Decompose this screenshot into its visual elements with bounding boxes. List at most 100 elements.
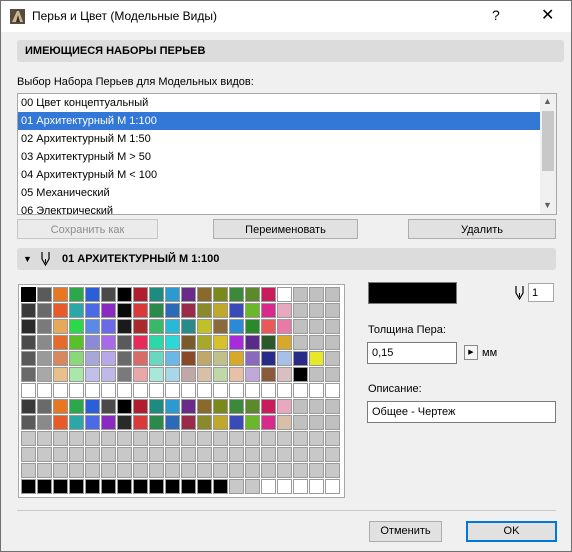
pen-color-cell[interactable] bbox=[149, 367, 164, 382]
pen-color-cell[interactable] bbox=[277, 479, 292, 494]
pen-color-cell[interactable] bbox=[53, 319, 68, 334]
pen-color-cell[interactable] bbox=[85, 415, 100, 430]
pen-color-cell[interactable] bbox=[69, 431, 84, 446]
pen-color-cell[interactable] bbox=[261, 399, 276, 414]
list-item-selected[interactable]: 01 Архитектурный М 1:100 bbox=[18, 112, 556, 130]
pen-color-cell[interactable] bbox=[325, 479, 340, 494]
pen-color-cell[interactable] bbox=[213, 335, 228, 350]
pen-color-cell[interactable] bbox=[181, 303, 196, 318]
pen-color-cell[interactable] bbox=[261, 447, 276, 462]
pen-color-cell[interactable] bbox=[229, 383, 244, 398]
pen-color-cell[interactable] bbox=[69, 479, 84, 494]
thickness-input[interactable]: 0,15 bbox=[367, 342, 457, 364]
pen-color-cell[interactable] bbox=[21, 335, 36, 350]
pen-color-cell[interactable] bbox=[197, 431, 212, 446]
pen-color-cell[interactable] bbox=[245, 431, 260, 446]
description-input[interactable]: Общее - Чертеж bbox=[367, 401, 556, 423]
pen-color-cell[interactable] bbox=[69, 319, 84, 334]
pen-color-cell[interactable] bbox=[213, 351, 228, 366]
pen-color-cell[interactable] bbox=[53, 447, 68, 462]
pen-color-cell[interactable] bbox=[181, 351, 196, 366]
pen-color-cell[interactable] bbox=[277, 431, 292, 446]
pen-color-cell[interactable] bbox=[101, 335, 116, 350]
pen-color-cell[interactable] bbox=[69, 447, 84, 462]
pen-color-cell[interactable] bbox=[117, 447, 132, 462]
pen-color-cell[interactable] bbox=[213, 319, 228, 334]
pen-color-cell[interactable] bbox=[21, 367, 36, 382]
pen-color-cell[interactable] bbox=[37, 399, 52, 414]
pen-color-cell[interactable] bbox=[277, 415, 292, 430]
pen-color-cell[interactable] bbox=[261, 351, 276, 366]
pen-color-cell[interactable] bbox=[325, 431, 340, 446]
pen-color-cell[interactable] bbox=[245, 399, 260, 414]
pen-color-cell[interactable] bbox=[229, 479, 244, 494]
pen-color-cell[interactable] bbox=[149, 287, 164, 302]
pen-color-cell[interactable] bbox=[261, 335, 276, 350]
pen-color-cell[interactable] bbox=[293, 479, 308, 494]
pen-color-cell[interactable] bbox=[117, 335, 132, 350]
pen-color-cell[interactable] bbox=[149, 447, 164, 462]
pen-color-cell[interactable] bbox=[101, 287, 116, 302]
pen-color-cell[interactable] bbox=[293, 383, 308, 398]
pen-color-cell[interactable] bbox=[309, 383, 324, 398]
pen-color-cell[interactable] bbox=[229, 463, 244, 478]
pen-color-cell[interactable] bbox=[197, 463, 212, 478]
pen-color-cell[interactable] bbox=[165, 415, 180, 430]
pen-color-cell[interactable] bbox=[149, 431, 164, 446]
pen-color-cell[interactable] bbox=[133, 383, 148, 398]
pen-color-cell[interactable] bbox=[69, 335, 84, 350]
pen-color-cell[interactable] bbox=[309, 479, 324, 494]
pen-color-cell[interactable] bbox=[229, 351, 244, 366]
pen-color-cell[interactable] bbox=[197, 367, 212, 382]
pen-color-cell[interactable] bbox=[197, 479, 212, 494]
pen-color-cell[interactable] bbox=[229, 367, 244, 382]
pen-color-cell[interactable] bbox=[261, 303, 276, 318]
pen-color-cell[interactable] bbox=[197, 399, 212, 414]
pen-color-cell[interactable] bbox=[69, 415, 84, 430]
pen-color-cell[interactable] bbox=[277, 335, 292, 350]
pen-color-cell[interactable] bbox=[85, 399, 100, 414]
pen-color-cell[interactable] bbox=[165, 463, 180, 478]
pen-color-cell[interactable] bbox=[229, 335, 244, 350]
pen-color-cell[interactable] bbox=[309, 287, 324, 302]
pen-color-cell[interactable] bbox=[133, 287, 148, 302]
pen-color-cell[interactable] bbox=[261, 479, 276, 494]
pen-color-cell[interactable] bbox=[309, 351, 324, 366]
pen-color-cell[interactable] bbox=[181, 479, 196, 494]
pen-color-cell[interactable] bbox=[133, 431, 148, 446]
pen-color-cell[interactable] bbox=[165, 319, 180, 334]
pen-color-cell[interactable] bbox=[133, 367, 148, 382]
pen-color-cell[interactable] bbox=[325, 303, 340, 318]
pen-panel-header[interactable]: ▼ 01 АРХИТЕКТУРНЫЙ М 1:100 bbox=[17, 248, 556, 270]
scroll-up-icon[interactable]: ▲ bbox=[543, 96, 552, 106]
pen-color-cell[interactable] bbox=[197, 447, 212, 462]
pen-color-cell[interactable] bbox=[245, 335, 260, 350]
pen-color-cell[interactable] bbox=[37, 367, 52, 382]
pen-color-cell[interactable] bbox=[197, 335, 212, 350]
pen-color-cell[interactable] bbox=[229, 303, 244, 318]
help-button[interactable]: ? bbox=[492, 7, 500, 23]
pen-color-cell[interactable] bbox=[37, 351, 52, 366]
pen-color-cell[interactable] bbox=[309, 335, 324, 350]
pen-color-cell[interactable] bbox=[293, 431, 308, 446]
pen-color-cell[interactable] bbox=[149, 319, 164, 334]
pen-color-cell[interactable] bbox=[117, 303, 132, 318]
pen-color-cell[interactable] bbox=[21, 303, 36, 318]
pen-color-cell[interactable] bbox=[117, 351, 132, 366]
pen-color-cell[interactable] bbox=[309, 415, 324, 430]
list-item[interactable]: 06 Электрический bbox=[18, 202, 556, 214]
pen-color-cell[interactable] bbox=[149, 335, 164, 350]
pen-set-list[interactable]: 00 Цвет концептуальный 01 Архитектурный … bbox=[17, 93, 557, 215]
list-item[interactable]: 03 Архитектурный М > 50 bbox=[18, 148, 556, 166]
pen-color-cell[interactable] bbox=[53, 479, 68, 494]
pen-color-cell[interactable] bbox=[213, 415, 228, 430]
pen-color-cell[interactable] bbox=[149, 463, 164, 478]
pen-color-cell[interactable] bbox=[101, 447, 116, 462]
pen-color-cell[interactable] bbox=[325, 335, 340, 350]
pen-color-cell[interactable] bbox=[165, 287, 180, 302]
scrollbar-thumb[interactable] bbox=[542, 111, 554, 171]
pen-color-cell[interactable] bbox=[181, 463, 196, 478]
pen-color-cell[interactable] bbox=[261, 463, 276, 478]
pen-color-cell[interactable] bbox=[37, 479, 52, 494]
pen-color-cell[interactable] bbox=[85, 319, 100, 334]
